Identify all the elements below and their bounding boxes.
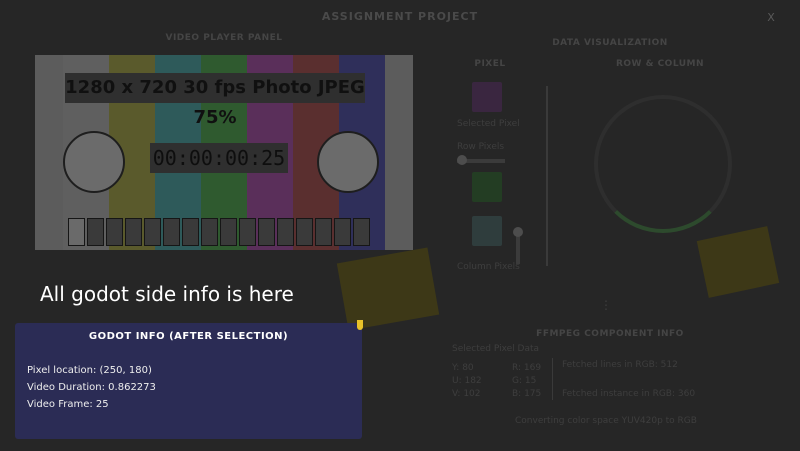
row-column-ring <box>594 95 732 233</box>
frame-cell <box>220 218 237 246</box>
godot-info-panel: GODOT INFO (AFTER SELECTION) Pixel locat… <box>15 323 362 439</box>
frame-cell <box>106 218 123 246</box>
fetched-instance: Fetched instance in RGB: 360 <box>562 389 696 399</box>
app-title: ASSIGNMENT PROJECT <box>321 10 479 23</box>
rgb-g: G: 15 <box>512 376 537 386</box>
frame-cell <box>163 218 180 246</box>
row-pixels-label: Row Pixels <box>457 142 505 152</box>
ffmpeg-title: FFMPEG COMPONENT INFO <box>536 329 684 339</box>
column-slider-handle[interactable] <box>513 227 523 237</box>
rgb-r: R: 169 <box>512 363 542 373</box>
frame-cell <box>315 218 332 246</box>
frame-cell <box>277 218 294 246</box>
yuv-u: U: 182 <box>452 376 482 386</box>
clock-right-icon <box>317 131 379 193</box>
frame-cell <box>258 218 275 246</box>
frame-cell <box>334 218 351 246</box>
selected-pixel-swatch <box>472 82 502 112</box>
close-button[interactable]: X <box>763 10 779 26</box>
selected-pixel-data-label: Selected Pixel Data <box>452 344 540 354</box>
column-pixels-label: Column Pixels <box>457 262 520 272</box>
video-player[interactable]: 1280 x 720 30 fps Photo JPEG 75% 00:00:0… <box>35 55 413 250</box>
video-frame: Video Frame: 25 <box>27 399 109 410</box>
pixel-heading: PIXEL <box>474 59 506 69</box>
data-vis-title: DATA VISUALIZATION <box>552 38 668 48</box>
converting-info: Converting color space YUV420p to RGB <box>515 416 697 426</box>
video-timecode: 00:00:00:25 <box>150 143 288 173</box>
sticky-note-right <box>696 226 780 298</box>
highlight-marker <box>357 320 363 330</box>
sticky-note-left <box>336 247 440 331</box>
video-overlay-text: 1280 x 720 30 fps Photo JPEG 75% <box>65 73 365 128</box>
video-side-bar-left <box>35 55 63 250</box>
row-slider-handle[interactable] <box>457 155 467 165</box>
frame-cell <box>201 218 218 246</box>
selected-pixel-label: Selected Pixel <box>457 119 520 129</box>
godot-caption: All godot side info is here <box>40 282 294 306</box>
frame-cells <box>68 218 370 246</box>
frame-cell <box>296 218 313 246</box>
frame-cell <box>182 218 199 246</box>
pixel-location: Pixel location: (250, 180) <box>27 365 152 376</box>
frame-cell <box>68 218 85 246</box>
video-duration: Video Duration: 0.862273 <box>27 382 156 393</box>
data-vis-divider <box>546 86 548 266</box>
video-panel-title: VIDEO PLAYER PANEL <box>165 33 283 43</box>
frame-cell <box>87 218 104 246</box>
yuv-y: Y: 80 <box>452 363 474 373</box>
column-pixel-swatch <box>472 216 502 246</box>
frame-cell <box>353 218 370 246</box>
fetched-lines: Fetched lines in RGB: 512 <box>562 360 678 370</box>
clock-left-icon <box>63 131 125 193</box>
yuv-v: V: 102 <box>452 389 481 399</box>
frame-cell <box>144 218 161 246</box>
ffmpeg-divider <box>552 358 553 400</box>
row-pixel-swatch <box>472 172 502 202</box>
godot-info-title: GODOT INFO (AFTER SELECTION) <box>88 331 289 342</box>
drag-handle-icon[interactable]: ⋮ <box>600 298 612 312</box>
frame-cell <box>125 218 142 246</box>
video-side-bar-right <box>385 55 413 250</box>
frame-cell <box>239 218 256 246</box>
rgb-b: B: 175 <box>512 389 542 399</box>
row-col-heading: ROW & COLUMN <box>615 59 705 69</box>
